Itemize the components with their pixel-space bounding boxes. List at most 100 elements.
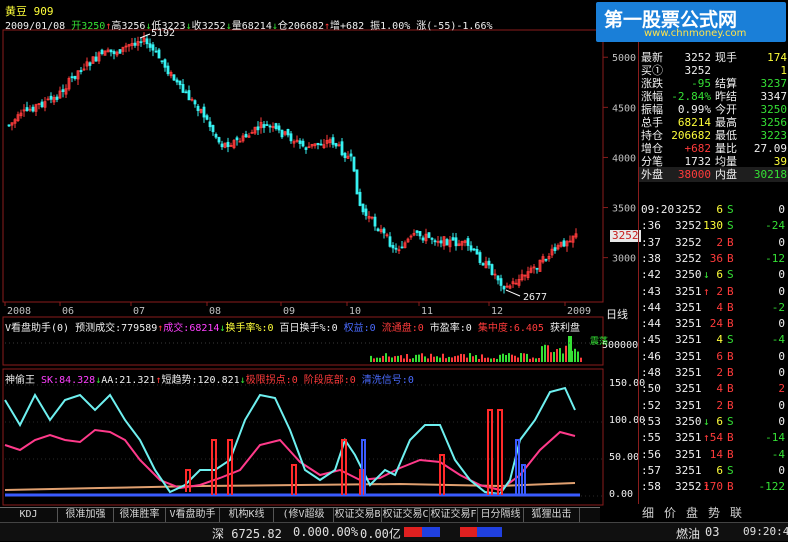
tick-row[interactable]: 09:20 3252 6 S 0 [639,202,788,217]
indicator-axis-tick-3: 0.00 [609,489,634,500]
info-item-11: 仓206682 [277,21,324,32]
quote-row: 外盘 38000 内盘 30218 [639,167,788,182]
indicator-tab-4[interactable]: 机构K线 [220,508,274,522]
candle-body [262,124,266,128]
tick-p: 3251 [675,284,702,298]
right-tab-3[interactable]: 势 [708,505,720,521]
tick-v: 6 [716,414,723,428]
volume-bar [385,353,387,362]
indicator-spike-red [341,439,347,495]
tick-row[interactable]: :56 3251 14 B -4 [639,447,788,462]
volume-item-9: 市盈率:0 [423,323,472,334]
tick-v: 6 [716,203,723,216]
candle-body [298,140,302,144]
volume-bar [481,354,483,362]
candle-body [319,143,323,146]
tick-v: 4 [716,300,723,314]
tick-row[interactable]: :42 3250 ↓ 6 S 0 [639,267,788,282]
candle-body [187,90,191,101]
volume-bar [379,357,381,362]
info-item-15: 涨(-55)-1.66% [410,21,493,32]
right-tab-2[interactable]: 盘 [686,505,698,521]
tick-row[interactable]: :43 3251 ↑ 2 B 0 [639,284,788,299]
indicator-tab-10[interactable]: 狐狸出击 [524,508,580,522]
candle-body [376,228,380,232]
indicator-tab-2[interactable]: 很准胜率 [114,508,166,522]
volume-item-10: 集中度:6.405 [471,323,544,334]
tick-time: :44 [641,317,661,331]
tick-time: :42 [641,268,661,282]
indicator-tab-0[interactable]: KDJ [0,508,58,522]
tick-p: 3250 [675,414,702,428]
volume-bar [541,346,543,362]
candle-body [364,208,368,216]
indicator-tab-7[interactable]: 权证交易C [382,508,430,522]
period-label[interactable]: 日线 [606,306,628,322]
tick-row[interactable]: :57 3251 6 S 0 [639,463,788,478]
tick-row[interactable]: :52 3251 2 B 0 [639,398,788,413]
candle-body [196,105,200,111]
candle-body [451,237,455,241]
tick-d: 0 [778,463,785,477]
volume-item-3: 成交:68214 [163,323,220,334]
quote-value-2: 30218 [753,168,787,181]
date-tick-2: 07 [133,306,145,317]
tick-row[interactable]: :48 3251 2 B 0 [639,365,788,380]
candle-body [133,42,137,46]
tick-s: B [727,349,734,363]
volume-bar [433,356,435,362]
candle-body [478,252,482,263]
tick-row[interactable]: :55 3251 ↑ 54 B -14 [639,430,788,445]
volume-bar [577,351,579,362]
tick-v: 2 [716,366,723,379]
volume-bar [472,356,474,362]
tick-s: S [727,414,734,428]
indicator-tab-5[interactable]: (修V超级MACD [274,508,334,534]
volume-bar [505,354,507,362]
right-tab-1[interactable]: 价 [664,505,676,521]
tick-time: :45 [641,333,661,347]
indicator-line-sk [4,428,576,492]
info-item-1: 开3250 [65,21,106,32]
volume-bar [532,357,534,362]
tick-row[interactable]: :50 3251 4 B 2 [639,381,788,396]
tick-row[interactable]: :53 3250 ↓ 6 S 0 [639,414,788,429]
candle-body [88,62,92,66]
index-percent: 0.00% [322,525,359,539]
indicator-tab-1[interactable]: 很准加强 [58,508,114,522]
indicator-tab-6[interactable]: 权证交易B [334,508,382,522]
indicator-panel-header: 神偷王 SK:84.328↓AA:21.321↑短趋势:120.821↓极限拐点… [5,371,414,386]
indicator-tab-8[interactable]: 权证交易F [430,508,478,522]
tick-row[interactable]: :58 3252 ↑ 170 B -122 [639,479,788,494]
tick-row[interactable]: :45 3251 4 S -4 [639,332,788,347]
date-tick-4: 09 [283,306,295,317]
volume-bar [442,353,444,362]
tick-row[interactable]: :44 3251 4 B -2 [639,300,788,315]
indicator-tab-9[interactable]: 日分隔线 [478,508,524,522]
volume-bar [487,357,489,362]
volume-side-label: 震荡 [590,337,609,347]
tick-s: S [727,333,734,347]
candle-body [301,140,305,147]
high-marker-label: 5192 [151,28,176,39]
candle-body [421,237,425,241]
tick-row[interactable]: :36 3252 130 S -24 [639,218,788,233]
tick-row[interactable]: :38 3252 36 B -12 [639,251,788,266]
volume-bar [538,357,540,362]
indicator-tab-3[interactable]: V看盘助手 [166,508,220,522]
tick-row[interactable]: :44 3251 24 B 0 [639,316,788,331]
right-tab-4[interactable]: 联 [730,505,742,521]
tick-v: 2 [716,398,723,412]
candle-body [562,240,566,247]
tick-s: B [727,480,734,494]
price-axis-tick-1: 4500 [612,103,636,114]
tick-p: 3251 [675,366,702,379]
tick-s: B [727,382,734,396]
tick-row[interactable]: :37 3252 2 B 0 [639,235,788,250]
indicator-item-7: 极限拐点:0 [245,375,298,386]
tick-p: 3251 [675,463,702,477]
candlestick-series [7,32,578,297]
volume-bar [382,355,384,362]
right-tab-0[interactable]: 细 [642,505,654,521]
tick-row[interactable]: :46 3251 6 B 0 [639,349,788,364]
